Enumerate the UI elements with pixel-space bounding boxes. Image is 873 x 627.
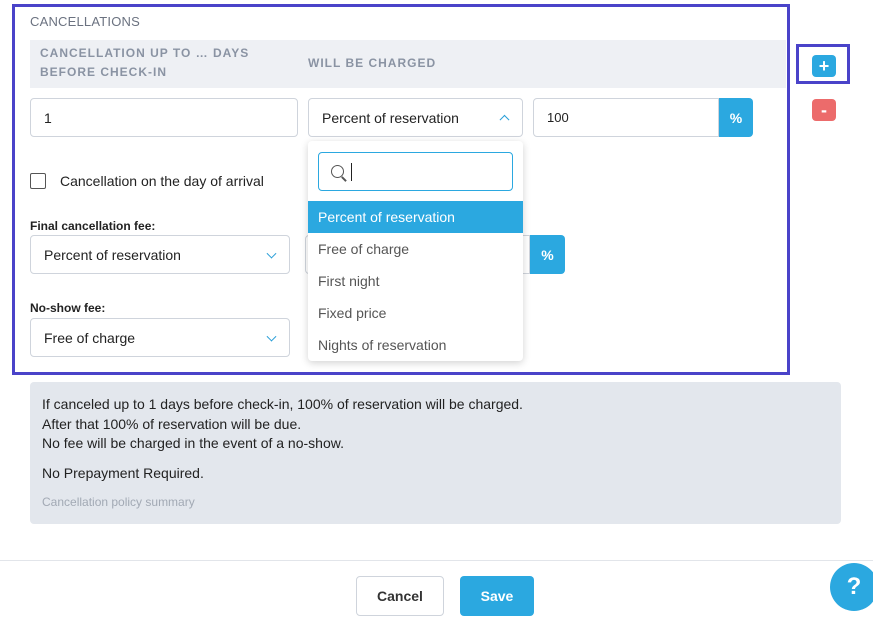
summary-line: No Prepayment Required. (42, 465, 204, 481)
remove-rule-button[interactable]: - (812, 99, 836, 121)
save-button[interactable]: Save (460, 576, 534, 616)
summary-footer: Cancellation policy summary (42, 495, 195, 509)
footer-divider (0, 560, 873, 561)
add-rule-button[interactable]: + (812, 55, 836, 77)
policy-summary-panel: If canceled up to 1 days before check-in… (30, 382, 841, 524)
summary-line: If canceled up to 1 days before check-in… (42, 396, 523, 412)
help-button[interactable]: ? (830, 563, 873, 611)
cancellation-rules-highlight (12, 4, 790, 375)
summary-line: No fee will be charged in the event of a… (42, 435, 344, 451)
summary-line: After that 100% of reservation will be d… (42, 416, 302, 432)
cancel-button[interactable]: Cancel (356, 576, 444, 616)
